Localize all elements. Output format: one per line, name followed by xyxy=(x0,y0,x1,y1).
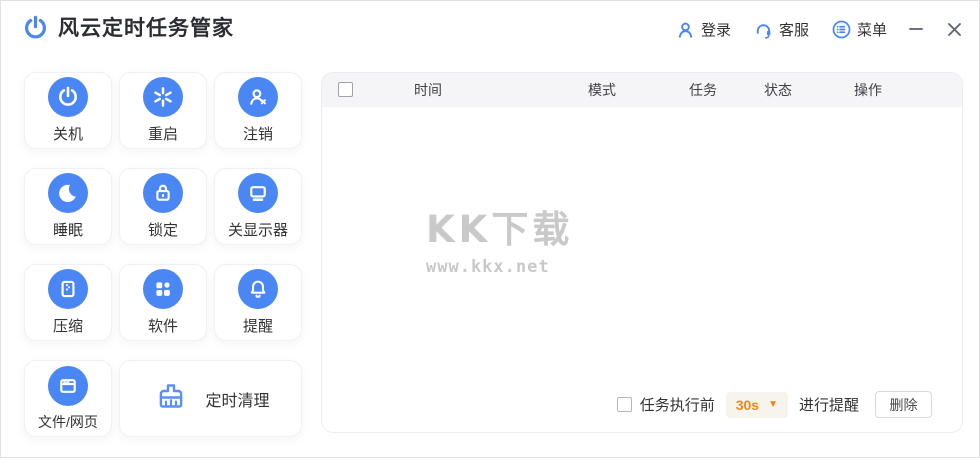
customer-service-button[interactable]: 客服 xyxy=(753,19,809,40)
column-time: 时间 xyxy=(414,82,442,98)
watermark-title: KK下载 xyxy=(426,208,574,251)
headset-icon xyxy=(756,23,771,39)
login-label: 登录 xyxy=(700,21,731,39)
logout-user-icon xyxy=(238,77,278,117)
customer-service-label: 客服 xyxy=(778,21,809,39)
sidebar-item-sleep[interactable]: 睡眠 xyxy=(24,168,112,245)
sidebar-item-logout[interactable]: 注销 xyxy=(214,72,302,149)
column-task: 任务 xyxy=(689,82,717,98)
sidebar-item-label: 注销 xyxy=(242,126,273,143)
remind-before-checkbox[interactable] xyxy=(616,397,632,412)
titlebar: 风云定时任务管家 登录 客服 菜单 xyxy=(1,1,979,57)
sidebar-item-label: 软件 xyxy=(147,318,178,335)
sidebar-item-compress[interactable]: 压缩 xyxy=(24,264,112,341)
app-title: 风云定时任务管家 xyxy=(58,17,234,40)
sidebar-item-timed-cleanup[interactable]: 定时清理 xyxy=(119,360,302,437)
sidebar-item-label: 锁定 xyxy=(147,222,178,239)
column-status: 状态 xyxy=(764,82,792,98)
panel-footer: 任务执行前 30s ▼ 进行提醒 删除 xyxy=(616,391,932,418)
apps-grid-icon xyxy=(143,269,183,309)
menu-label: 菜单 xyxy=(856,21,887,39)
watermark: KK下载 www.kkx.net xyxy=(426,199,573,277)
app-window: 风云定时任务管家 登录 客服 菜单 关机 重启 注销 睡眠 锁定 关显示器 压缩… xyxy=(0,0,980,458)
sidebar-item-shutdown[interactable]: 关机 xyxy=(24,72,112,149)
app-logo-power-icon xyxy=(25,15,46,39)
minimize-icon xyxy=(909,28,923,30)
sidebar: 关机 重启 注销 睡眠 锁定 关显示器 压缩 软件 提醒 文件/网页 定时清理 xyxy=(24,72,304,437)
close-button[interactable] xyxy=(945,17,963,41)
sidebar-item-label: 睡眠 xyxy=(52,222,83,239)
sidebar-item-software[interactable]: 软件 xyxy=(119,264,207,341)
power-icon xyxy=(48,77,88,117)
remind-after-label: 进行提醒 xyxy=(798,397,859,414)
sidebar-item-label: 重启 xyxy=(147,126,178,143)
minimize-button[interactable] xyxy=(907,17,925,41)
chevron-down-icon: ▼ xyxy=(768,399,778,410)
broom-icon xyxy=(160,383,183,408)
column-operation: 操作 xyxy=(854,82,882,98)
remind-before-label: 任务执行前 xyxy=(639,397,715,414)
sidebar-item-label: 文件/网页 xyxy=(38,413,98,430)
sidebar-item-lock[interactable]: 锁定 xyxy=(119,168,207,245)
zip-file-icon xyxy=(48,269,88,309)
menu-list-icon xyxy=(832,20,851,38)
user-icon xyxy=(678,22,693,38)
sidebar-item-label: 定时清理 xyxy=(205,392,270,410)
sidebar-item-label: 关显示器 xyxy=(227,222,288,239)
browser-icon xyxy=(48,365,88,406)
moon-icon xyxy=(48,173,88,213)
column-mode: 模式 xyxy=(588,82,616,98)
interval-value: 30s xyxy=(735,396,760,413)
interval-dropdown[interactable]: 30s ▼ xyxy=(725,391,788,418)
sidebar-item-restart[interactable]: 重启 xyxy=(119,72,207,149)
menu-button[interactable]: 菜单 xyxy=(831,19,887,40)
sidebar-item-reminder[interactable]: 提醒 xyxy=(214,264,302,341)
sidebar-item-monitor-off[interactable]: 关显示器 xyxy=(214,168,302,245)
sidebar-item-label: 压缩 xyxy=(52,318,83,335)
close-icon xyxy=(947,22,961,36)
watermark-url: www.kkx.net xyxy=(426,257,550,277)
select-all-checkbox[interactable] xyxy=(338,82,353,97)
bell-icon xyxy=(238,269,278,309)
table-header: 时间 模式 任务 状态 操作 xyxy=(322,73,962,107)
restart-icon xyxy=(143,77,183,117)
lock-icon xyxy=(143,173,183,213)
delete-button[interactable]: 删除 xyxy=(875,391,932,418)
sidebar-item-file-web[interactable]: 文件/网页 xyxy=(24,360,112,437)
monitor-icon xyxy=(238,173,278,213)
task-panel: 时间 模式 任务 状态 操作 KK下载 www.kkx.net 任务执行前 30… xyxy=(321,72,963,433)
login-button[interactable]: 登录 xyxy=(675,19,731,40)
sidebar-item-label: 关机 xyxy=(52,126,83,143)
sidebar-item-label: 提醒 xyxy=(242,318,273,335)
